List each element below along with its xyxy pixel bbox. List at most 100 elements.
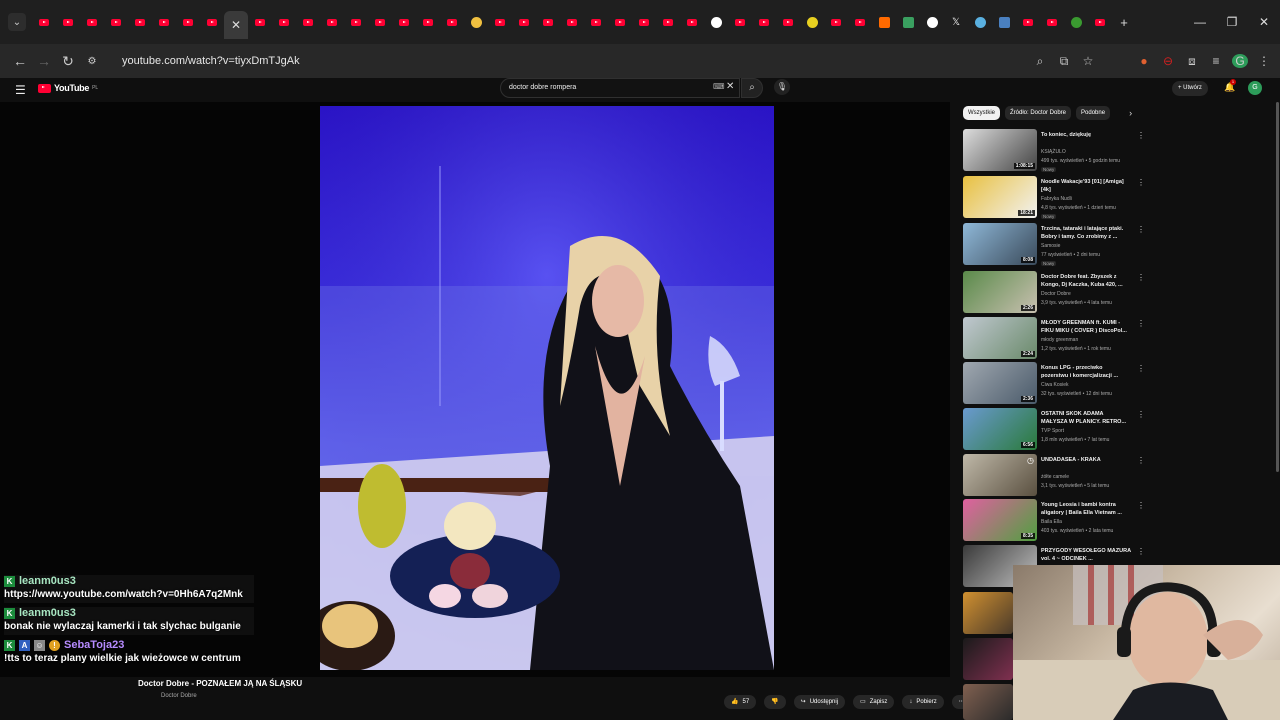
more-options-icon[interactable]: ⋮	[1137, 319, 1145, 328]
recommendation-item[interactable]: 8:35 Young Leosia i bambi kontra aligato…	[963, 499, 1145, 543]
browser-tab[interactable]	[896, 8, 920, 36]
back-icon[interactable]: ←	[8, 53, 32, 69]
recommendation-title[interactable]: UNDADASEA - KRAKA	[1041, 456, 1131, 464]
tab-search-dropdown[interactable]: ⌄	[8, 13, 26, 31]
browser-tab[interactable]	[1088, 8, 1112, 36]
recommendation-channel[interactable]: żółte camele	[1041, 474, 1069, 480]
reload-icon[interactable]: ↻	[56, 53, 80, 70]
browser-tab[interactable]	[296, 8, 320, 36]
video-thumbnail[interactable]: 18:21	[963, 176, 1037, 218]
browser-tab[interactable]	[368, 8, 392, 36]
save-button[interactable]: ▭ Zapisz	[853, 695, 895, 709]
video-thumbnail[interactable]: 8:35	[963, 499, 1037, 541]
video-thumbnail[interactable]: 2:24	[963, 317, 1037, 359]
voice-search-button[interactable]: 🎙	[774, 79, 790, 95]
browser-tab[interactable]	[344, 8, 368, 36]
browser-tab[interactable]	[488, 8, 512, 36]
browser-tab[interactable]	[704, 8, 728, 36]
browser-tab[interactable]	[512, 8, 536, 36]
browser-tab[interactable]	[656, 8, 680, 36]
browser-tab[interactable]	[200, 8, 224, 36]
more-options-icon[interactable]: ⋮	[1137, 131, 1145, 140]
recommendation-item[interactable]: 2:26 Doctor Dobre feat. Zbyszek z Kongo,…	[963, 271, 1145, 315]
menu-kebab-icon[interactable]: ⋮	[1256, 54, 1272, 68]
recommendation-title[interactable]: Noodle Wakacje'93 [01] [Amiga] [4k]	[1041, 178, 1131, 194]
bookmark-star-icon[interactable]: ☆	[1080, 54, 1096, 68]
browser-tab[interactable]: 𝕏	[944, 8, 968, 36]
recommendation-item[interactable]: 6:56 OSTATNI SKOK ADAMA MAŁYSZA W PLANIC…	[963, 408, 1145, 452]
recommendation-title[interactable]: PRZYGODY WESOŁEGO MAZURA vol. 4 ~ ODCINE…	[1041, 547, 1131, 563]
video-thumbnail[interactable]	[963, 592, 1013, 634]
browser-tab-active[interactable]: ✕	[224, 11, 248, 39]
youtube-logo[interactable]: YouTube PL	[38, 83, 98, 93]
search-input[interactable]: doctor dobre rompera	[500, 78, 740, 98]
recommendation-channel[interactable]: młody greenman	[1041, 337, 1078, 343]
more-options-icon[interactable]: ⋮	[1137, 410, 1145, 419]
browser-tab[interactable]	[992, 8, 1016, 36]
dislike-button[interactable]: 👎	[764, 695, 786, 709]
browser-tab[interactable]	[728, 8, 752, 36]
hamburger-menu-icon[interactable]: ☰	[15, 83, 26, 97]
more-options-icon[interactable]: ⋮	[1137, 225, 1145, 234]
channel-name[interactable]: Doctor Dobre	[161, 693, 197, 699]
recommendation-title[interactable]: Konus LPG - przeciwko pozerstwu i komerc…	[1041, 364, 1131, 380]
browser-tab[interactable]	[272, 8, 296, 36]
recommendation-title[interactable]: Trzcina, tataraki i latające ptaki. Bobr…	[1041, 225, 1131, 241]
browser-tab[interactable]	[1016, 8, 1040, 36]
browser-tab[interactable]	[800, 8, 824, 36]
chip-all[interactable]: Wszystkie	[963, 106, 1000, 120]
recommendation-item[interactable]: 1:08:15 To koniec, dziękuję KSIĄŻULO 499…	[963, 129, 1145, 173]
browser-tab[interactable]	[584, 8, 608, 36]
browser-tab[interactable]	[464, 8, 488, 36]
browser-tab[interactable]	[80, 8, 104, 36]
browser-tab[interactable]	[680, 8, 704, 36]
recommendation-item[interactable]: 2:24 MŁODY GREENMAN ft. KUMI - FIKU MIKU…	[963, 317, 1145, 361]
browser-tab[interactable]	[752, 8, 776, 36]
new-tab-button[interactable]: +	[1112, 8, 1136, 36]
chip-related[interactable]: Podobne	[1076, 106, 1111, 120]
chevron-right-icon[interactable]: ›	[1129, 108, 1132, 118]
clear-search-icon[interactable]: ✕	[726, 81, 734, 92]
browser-tab[interactable]	[320, 8, 344, 36]
browser-tab[interactable]	[608, 8, 632, 36]
recommendation-item[interactable]: 18:21 Noodle Wakacje'93 [01] [Amiga] [4k…	[963, 176, 1145, 220]
extensions-puzzle-icon[interactable]: ⧈	[1184, 54, 1200, 69]
browser-tab[interactable]	[416, 8, 440, 36]
recommendation-channel[interactable]: Samosie	[1041, 243, 1060, 249]
recommendation-channel[interactable]: Fabryka Nudli	[1041, 196, 1072, 202]
more-options-icon[interactable]: ⋮	[1137, 178, 1145, 187]
recommendation-title[interactable]: Young Leosia i bambi kontra aligatory | …	[1041, 501, 1131, 517]
more-options-icon[interactable]: ⋮	[1137, 364, 1145, 373]
restore-icon[interactable]: ❐	[1216, 15, 1248, 29]
video-thumbnail[interactable]	[963, 638, 1013, 680]
browser-tab[interactable]	[32, 8, 56, 36]
recommendation-channel[interactable]: TVP Sport	[1041, 428, 1064, 434]
browser-tab[interactable]	[392, 8, 416, 36]
recommendation-item[interactable]: 8:08 Trzcina, tataraki i latające ptaki.…	[963, 223, 1145, 267]
recommendation-title[interactable]: OSTATNI SKOK ADAMA MAŁYSZA W PLANICY. RE…	[1041, 410, 1131, 426]
browser-tab[interactable]	[560, 8, 584, 36]
browser-tab[interactable]	[1064, 8, 1088, 36]
browser-tab[interactable]	[920, 8, 944, 36]
video-thumbnail[interactable]: 6:56	[963, 408, 1037, 450]
more-options-icon[interactable]: ⋮	[1137, 501, 1145, 510]
video-thumbnail[interactable]	[963, 684, 1013, 720]
recommendation-channel[interactable]: Ciwa Kosiek	[1041, 382, 1069, 388]
browser-tab[interactable]	[872, 8, 896, 36]
recommendation-channel[interactable]: Doctor Dobre	[1041, 291, 1071, 297]
recommendation-title[interactable]: MŁODY GREENMAN ft. KUMI - FIKU MIKU ( CO…	[1041, 319, 1131, 335]
keyboard-icon[interactable]: ⌨	[713, 82, 725, 91]
share-button[interactable]: ↪ Udostępnij	[793, 695, 846, 709]
page-scrollbar[interactable]	[1276, 102, 1279, 472]
close-tab-icon[interactable]: ✕	[231, 18, 241, 32]
close-window-icon[interactable]: ✕	[1248, 15, 1280, 29]
browser-tab[interactable]	[1040, 8, 1064, 36]
extension-icon[interactable]: ⊖	[1160, 54, 1176, 68]
video-thumbnail[interactable]: 8:08	[963, 223, 1037, 265]
browser-tab[interactable]	[128, 8, 152, 36]
browser-tab[interactable]	[176, 8, 200, 36]
extension-icon[interactable]: ●	[1136, 54, 1152, 68]
like-button[interactable]: 👍 57	[724, 695, 757, 709]
browser-tab[interactable]	[104, 8, 128, 36]
more-options-icon[interactable]: ⋮	[1137, 273, 1145, 282]
